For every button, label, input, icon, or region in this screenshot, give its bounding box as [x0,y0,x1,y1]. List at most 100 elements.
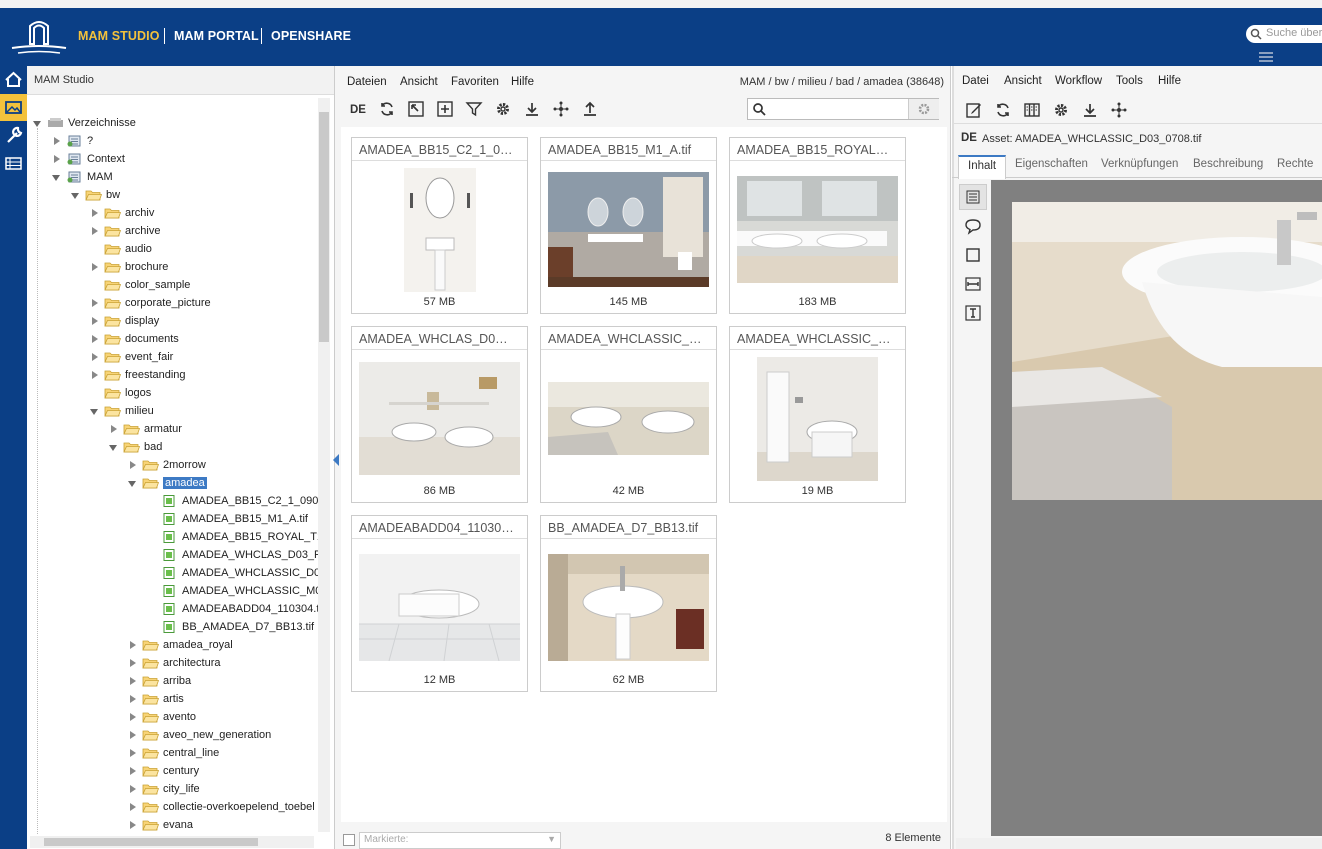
tree-folder-aveo_new_generation[interactable]: aveo_new_generation [0,726,316,744]
expanded-caret-icon[interactable] [71,193,79,199]
menu-dateien[interactable]: Dateien [347,76,387,88]
collapsed-caret-icon[interactable] [54,155,60,163]
expanded-caret-icon[interactable] [52,175,60,181]
tree-folder-amadea-selected[interactable]: amadea [0,474,316,492]
tree-folder-central_line[interactable]: central_line [0,744,316,762]
rectangle-icon[interactable] [964,246,982,264]
tree-scrollbar-thumb[interactable] [319,112,329,342]
tree-folder-logos[interactable]: logos [0,384,316,402]
collapsed-caret-icon[interactable] [130,731,136,739]
menu-hilfe[interactable]: Hilfe [511,76,534,88]
tree-folder-architectura[interactable]: architectura [0,654,316,672]
tree-folder-event_fair[interactable]: event_fair [0,348,316,366]
tree-file-item[interactable]: AMADEA_WHCLASSIC_D03 [0,564,326,582]
tree-folder-arriba[interactable]: arriba [0,672,316,690]
tree-item-mam[interactable]: MAM [0,168,316,186]
tab-eigenschaften[interactable]: Eigenschaften [1015,158,1088,170]
collapsed-caret-icon[interactable] [92,263,98,271]
tree-folder-freestanding[interactable]: freestanding [0,366,316,384]
collapsed-caret-icon[interactable] [92,209,98,217]
tree-file-item[interactable]: AMADEABADD04_110304.t [0,600,319,618]
collapsed-caret-icon[interactable] [130,821,136,829]
language-selector[interactable]: DE [350,104,366,116]
download-icon[interactable] [523,100,541,118]
tree-folder-archive[interactable]: archive [0,222,316,240]
tree-folder-armatur[interactable]: armatur [0,420,316,438]
menu-favoriten[interactable]: Favoriten [451,76,499,88]
tree-item-context[interactable]: Context [0,150,316,168]
tree-folder-bad[interactable]: bad [0,438,316,456]
share-network-icon[interactable] [552,100,570,118]
tree-folder-2morrow[interactable]: 2morrow [0,456,316,474]
settings-gear-icon[interactable] [1052,101,1070,119]
expanded-caret-icon[interactable] [33,121,41,127]
tab-verknuepfungen[interactable]: Verknüpfungen [1101,158,1178,170]
marked-items-select[interactable]: Markierte: ▼ [359,832,561,849]
collapse-panel-arrow-icon[interactable] [333,454,339,466]
text-tool-icon[interactable] [964,304,982,322]
collapsed-caret-icon[interactable] [130,713,136,721]
menu-ansicht[interactable]: Ansicht [1004,75,1042,87]
collapsed-caret-icon[interactable] [130,767,136,775]
asset-language[interactable]: DE [961,132,977,144]
nav-openshare[interactable]: OPENSHARE [271,29,351,43]
asset-thumbnail-image[interactable] [548,554,709,661]
tab-rechte[interactable]: Rechte [1277,158,1313,170]
tree-folder-avento[interactable]: avento [0,708,316,726]
new-folder-icon[interactable] [436,100,454,118]
asset-thumbnail-image[interactable] [548,382,709,455]
search-options-button[interactable] [908,99,939,119]
menu-workflow[interactable]: Workflow [1055,75,1102,87]
measure-width-icon[interactable] [964,275,982,293]
tree-file-item[interactable]: AMADEA_WHCLASSIC_M0: [0,582,324,600]
tab-beschreibung[interactable]: Beschreibung [1193,158,1263,170]
asset-tile[interactable]: AMADEA_BB15_ROYAL… 183 MB [729,137,906,314]
upload-icon[interactable] [581,100,599,118]
refresh-icon[interactable] [378,100,396,118]
expanded-caret-icon[interactable] [109,445,117,451]
asset-thumbnail-image[interactable] [548,172,709,287]
global-search-input[interactable]: Suche über [1246,25,1322,43]
asset-thumbnail-image[interactable] [404,168,476,292]
preview-horizontal-scrollbar[interactable] [956,838,1322,849]
collapsed-caret-icon[interactable] [130,659,136,667]
collapsed-caret-icon[interactable] [92,371,98,379]
collapsed-caret-icon[interactable] [130,461,136,469]
expanded-caret-icon[interactable] [128,481,136,487]
menu-datei[interactable]: Datei [962,75,989,87]
hamburger-menu-icon[interactable] [1258,50,1274,64]
settings-gear-icon[interactable] [494,100,512,118]
tree-root[interactable]: Verzeichnisse [0,114,316,132]
asset-tile[interactable]: AMADEA_WHCLASSIC_… 19 MB [729,326,906,503]
comment-bubble-icon[interactable] [964,217,982,235]
asset-tile[interactable]: BB_AMADEA_D7_BB13.tif 62 MB [540,515,717,692]
collapsed-caret-icon[interactable] [92,353,98,361]
edit-icon[interactable] [965,101,983,119]
collapsed-caret-icon[interactable] [130,641,136,649]
tree-folder-evana[interactable]: evana [0,816,316,834]
tree-folder-bw[interactable]: bw [0,186,316,204]
tree-file-item[interactable]: AMADEA_BB15_M1_A.tif [0,510,316,528]
tree-folder-color_sample[interactable]: color_sample [0,276,316,294]
collapsed-caret-icon[interactable] [130,695,136,703]
filter-icon[interactable] [465,100,483,118]
home-icon[interactable] [0,66,27,93]
asset-tile[interactable]: AMADEA_WHCLASSIC_… 42 MB [540,326,717,503]
collapsed-caret-icon[interactable] [111,425,117,433]
collapsed-caret-icon[interactable] [130,803,136,811]
text-view-button[interactable] [959,184,987,210]
collapsed-caret-icon[interactable] [92,335,98,343]
asset-thumbnail-image[interactable] [359,554,520,661]
tree-file-item[interactable]: AMADEA_BB15_C2_1_0909 [0,492,324,510]
panel-divider[interactable] [952,66,954,849]
asset-tile[interactable]: AMADEA_WHCLAS_D0… 86 MB [351,326,528,503]
columns-icon[interactable] [1023,101,1041,119]
expanded-caret-icon[interactable] [90,409,98,415]
select-all-checkbox[interactable] [343,834,355,846]
tree-folder-collectie-overkoepelend_toebel[interactable]: collectie-overkoepelend_toebel [0,798,316,816]
tree-folder-archiv[interactable]: archiv [0,204,316,222]
asset-thumbnail-image[interactable] [757,357,878,481]
collapsed-caret-icon[interactable] [130,785,136,793]
brand-logo-icon[interactable] [8,20,70,58]
download-icon[interactable] [1081,101,1099,119]
